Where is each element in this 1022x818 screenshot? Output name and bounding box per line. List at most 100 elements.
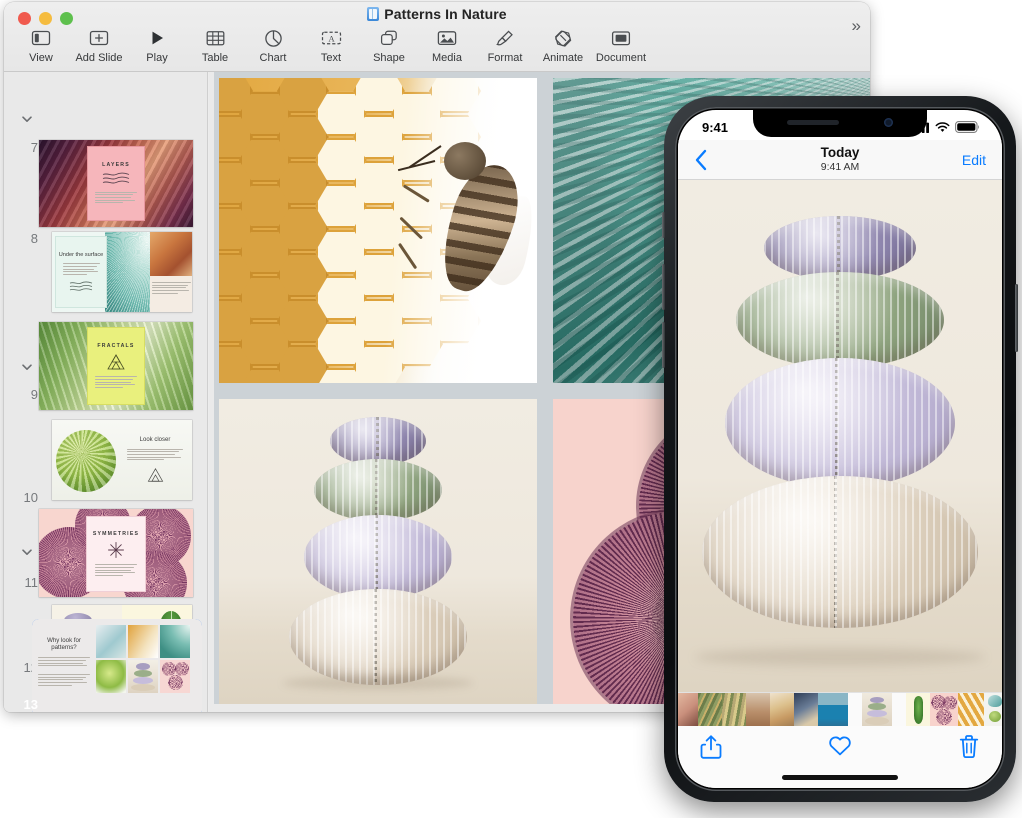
toolbar-button-format[interactable]: Format xyxy=(476,27,534,64)
fs-gap-2 xyxy=(892,693,906,727)
thumb-coast[interactable] xyxy=(818,693,848,727)
back-button[interactable] xyxy=(694,149,734,171)
toolbar-label-animate: Animate xyxy=(543,52,583,64)
toolbar-button-chart[interactable]: Chart xyxy=(244,27,302,64)
media-photo-icon xyxy=(437,27,457,49)
thumb-desert[interactable] xyxy=(746,693,770,727)
thumb-leaf[interactable] xyxy=(906,693,930,727)
silent-switch[interactable] xyxy=(662,212,665,238)
front-camera-icon xyxy=(884,118,893,127)
toolbar-button-add-slide[interactable]: Add Slide xyxy=(70,27,128,64)
photo-filmstrip[interactable] xyxy=(678,692,1002,726)
slide-thumbnail-13-selected[interactable]: Why look for patterns? xyxy=(32,619,202,712)
toolbar-button-table[interactable]: Table xyxy=(186,27,244,64)
volume-up-button[interactable] xyxy=(662,264,665,310)
fractal-triangle-icon xyxy=(106,353,126,371)
iphone-bezel: 9:41 xyxy=(675,107,1005,791)
fs-gap-1 xyxy=(848,693,862,727)
animate-diamond-icon xyxy=(552,27,574,49)
slide-thumbnail-10[interactable]: Look closer xyxy=(52,420,192,500)
slide-13-title: Why look for patterns? xyxy=(38,637,90,651)
toolbar-button-media[interactable]: Media xyxy=(418,27,476,64)
toolbar-button-play[interactable]: Play xyxy=(128,27,186,64)
slide-11-body xyxy=(95,563,138,578)
toolbar-label-table: Table xyxy=(202,52,228,64)
bee-head xyxy=(444,142,486,180)
thumb-cactus-2[interactable] xyxy=(722,693,746,727)
notch xyxy=(753,110,927,137)
chevron-down-icon[interactable] xyxy=(20,360,34,374)
wave-lines-icon xyxy=(68,281,94,292)
add-slide-plus-icon xyxy=(89,27,109,49)
power-button[interactable] xyxy=(1015,284,1018,352)
urchin-stack-photo[interactable] xyxy=(678,180,1002,692)
asterisk-icon xyxy=(107,541,125,559)
slide-9-body xyxy=(95,375,136,390)
toolbar-button-text[interactable]: A Text xyxy=(302,27,360,64)
share-button[interactable] xyxy=(700,734,722,760)
document-title-text: Patterns In Nature xyxy=(384,6,506,22)
iphone-device: 9:41 xyxy=(664,96,1016,802)
toolbar-button-document[interactable]: Document xyxy=(592,27,650,64)
toolbar: View Add Slide Play xyxy=(4,24,870,72)
toolbar-label-play: Play xyxy=(146,52,167,64)
thumb-teal-shell[interactable] xyxy=(984,693,1002,727)
honeycomb-bee-photo[interactable] xyxy=(219,78,537,383)
document-rect-icon xyxy=(611,27,631,49)
window-titlebar: Patterns In Nature View Add Slide xyxy=(4,2,870,72)
table-grid-icon xyxy=(206,27,225,49)
slide-thumbnail-9[interactable]: FRACTALS xyxy=(39,322,193,410)
edit-button[interactable]: Edit xyxy=(946,152,986,168)
slide-number-8: 8 xyxy=(10,231,38,246)
slide-thumbnail-11[interactable]: SYMMETRIES xyxy=(39,509,193,597)
favorite-button[interactable] xyxy=(827,734,853,757)
toolbar-label-shape: Shape xyxy=(373,52,405,64)
toolbar-label-view: View xyxy=(29,52,53,64)
toolbar-label-chart: Chart xyxy=(260,52,287,64)
volume-down-button[interactable] xyxy=(662,322,665,368)
play-triangle-icon xyxy=(148,27,166,49)
thumb-cactus[interactable] xyxy=(698,693,722,727)
delete-button[interactable] xyxy=(958,734,980,759)
battery-full-icon xyxy=(955,121,980,133)
slide-number-13: 13 xyxy=(10,697,38,712)
toolbar-button-view[interactable]: View xyxy=(12,27,70,64)
iphone-screen[interactable]: 9:41 xyxy=(678,110,1002,788)
thumb-eye[interactable] xyxy=(678,693,698,727)
slide-7-body xyxy=(95,190,136,205)
slide-navigator[interactable]: 7 LAYERS 8 xyxy=(4,72,208,712)
slide-9-title: FRACTALS xyxy=(97,343,134,349)
thumb-pink-radial[interactable] xyxy=(930,693,958,727)
slide-thumbnail-8[interactable]: Under the surface xyxy=(52,232,192,312)
toolbar-label-text: Text xyxy=(321,52,341,64)
urchin-stack-photo[interactable] xyxy=(219,399,537,704)
slide-11-title: SYMMETRIES xyxy=(93,531,139,537)
slide-8-title: Under the surface xyxy=(59,252,103,258)
navbar-title: Today xyxy=(734,146,946,160)
photo-viewer[interactable] xyxy=(678,180,1002,692)
slide-number-10: 10 xyxy=(10,490,38,505)
toolbar-button-shape[interactable]: Shape xyxy=(360,27,418,64)
svg-text:A: A xyxy=(328,35,334,44)
trash-icon xyxy=(958,734,980,759)
thumb-urchin-stack[interactable] xyxy=(862,693,892,727)
toolbar-label-document: Document xyxy=(596,52,646,64)
chevron-double-right-icon: » xyxy=(852,16,858,35)
slide-7-title: LAYERS xyxy=(102,162,130,168)
slide-8-body xyxy=(63,262,100,277)
slide-thumbnail-7[interactable]: LAYERS xyxy=(39,140,193,227)
toolbar-button-animate[interactable]: Animate xyxy=(534,27,592,64)
earpiece-speaker xyxy=(787,120,839,125)
thumb-honeycomb[interactable] xyxy=(958,693,984,727)
shape-overlap-icon xyxy=(379,27,399,49)
slide-number-11: 11 xyxy=(10,575,38,590)
thumb-woman-hat[interactable] xyxy=(770,693,794,727)
chevron-down-icon[interactable] xyxy=(20,112,34,126)
slide-10-body xyxy=(127,447,184,462)
thumb-couple[interactable] xyxy=(794,693,818,727)
chevron-down-icon[interactable] xyxy=(20,545,34,559)
home-indicator[interactable] xyxy=(782,775,898,780)
toolbar-overflow-button[interactable]: » xyxy=(852,16,858,36)
chevron-left-icon xyxy=(694,149,734,171)
toolbar-label-format: Format xyxy=(488,52,523,64)
